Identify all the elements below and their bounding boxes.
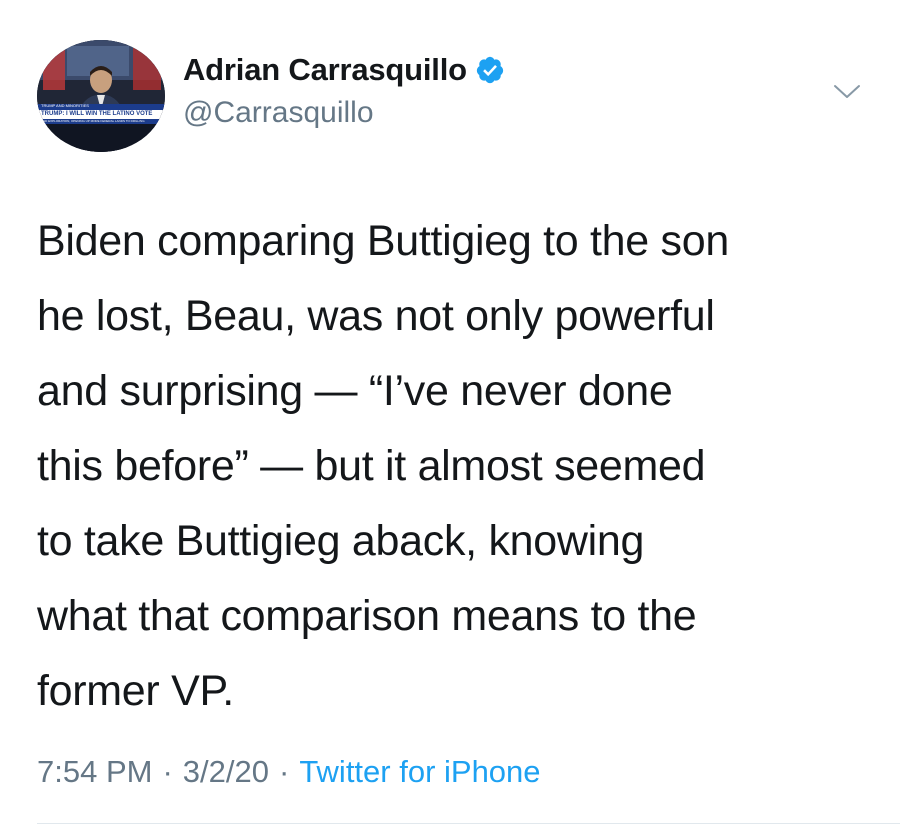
- verified-badge-icon: [475, 55, 505, 85]
- meta-separator: ·: [278, 754, 290, 789]
- author-name-row[interactable]: Adrian Carrasquillo: [183, 52, 505, 88]
- author-display-name[interactable]: Adrian Carrasquillo: [183, 52, 467, 88]
- tweet-date[interactable]: 3/2/20: [183, 754, 269, 790]
- tweet-text: Biden comparing Buttigieg to the son he …: [37, 217, 729, 715]
- avatar-chyron-sub: AND EXPLORATION, OPENING UP MORE FEDERAL…: [41, 119, 145, 123]
- chevron-down-icon[interactable]: [832, 82, 862, 102]
- tweet-metadata: 7:54 PM · 3/2/20 · Twitter for iPhone: [37, 754, 541, 790]
- divider: [37, 823, 900, 824]
- tweet-time[interactable]: 7:54 PM: [37, 754, 152, 790]
- avatar-image: [37, 40, 165, 152]
- avatar-chyron-top: TRUMP AND MINORITIES: [41, 103, 89, 108]
- avatar[interactable]: TRUMP AND MINORITIES TRUMP: I WILL WIN T…: [37, 40, 165, 152]
- meta-separator: ·: [162, 754, 173, 789]
- author-handle[interactable]: @Carrasquillo: [183, 96, 374, 130]
- tweet-source-link[interactable]: Twitter for iPhone: [299, 754, 540, 790]
- tweet-card: TRUMP AND MINORITIES TRUMP: I WILL WIN T…: [0, 0, 900, 828]
- avatar-chyron-main: TRUMP: I WILL WIN THE LATINO VOTE: [41, 111, 153, 117]
